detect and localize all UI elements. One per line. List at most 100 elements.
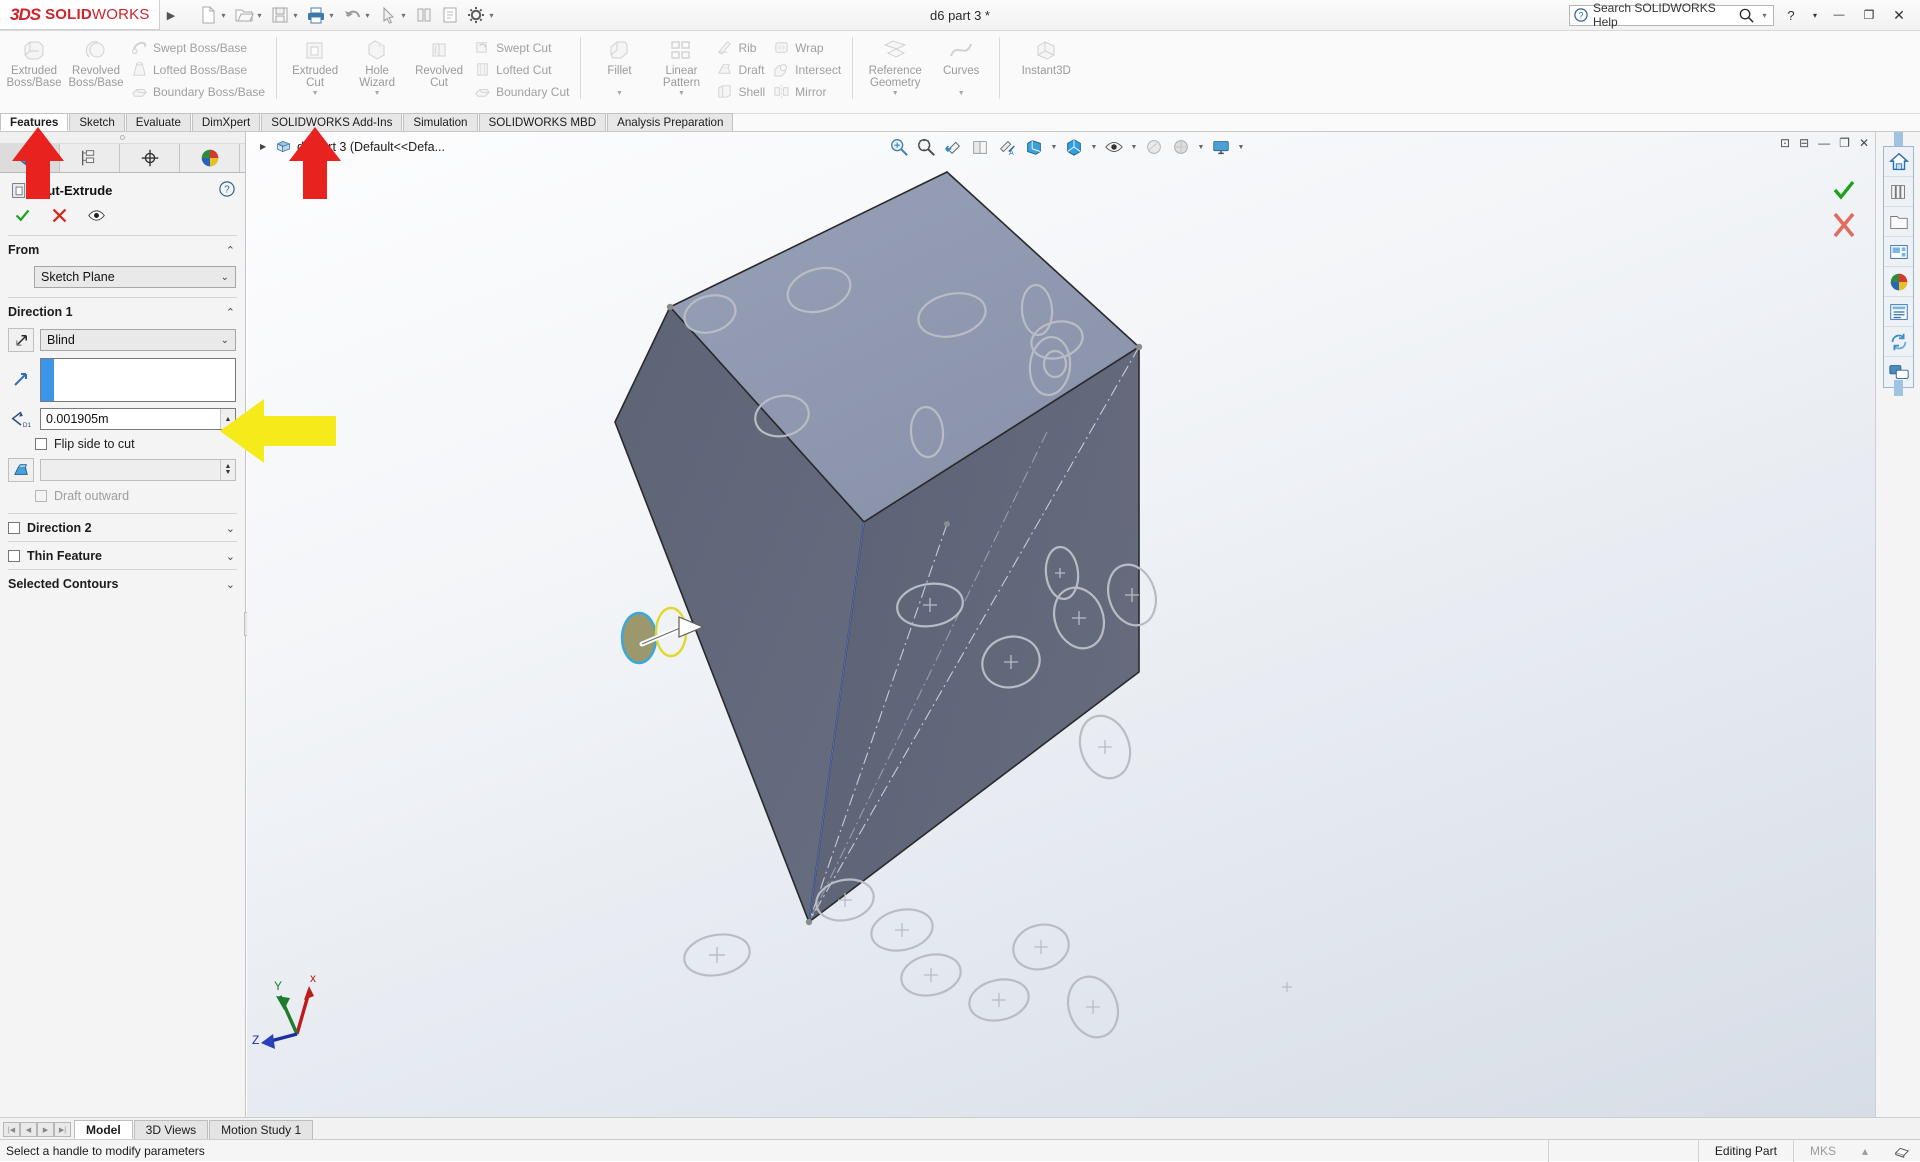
- mirror-button[interactable]: Mirror: [769, 82, 845, 101]
- bottom-tab-motion-study[interactable]: Motion Study 1: [209, 1120, 313, 1139]
- stepper-down-icon[interactable]: ▼: [225, 470, 232, 476]
- from-condition-select[interactable]: Sketch Plane ⌄: [34, 266, 236, 288]
- display-manager-tab[interactable]: [180, 144, 240, 172]
- chevron-down-icon[interactable]: ▼: [312, 90, 319, 97]
- minimize-button[interactable]: —: [1826, 3, 1852, 27]
- chevron-down-icon[interactable]: ⌄: [221, 272, 229, 283]
- apply-scene-button[interactable]: [1142, 135, 1166, 159]
- draft-outward-row[interactable]: Draft outward: [0, 485, 245, 507]
- draft-outward-checkbox[interactable]: [35, 490, 47, 502]
- hole-wizard-button[interactable]: HoleWizard ▼: [346, 33, 408, 97]
- feature-manager-tab[interactable]: [0, 144, 60, 172]
- boundary-boss-base-button[interactable]: Boundary Boss/Base: [127, 82, 269, 101]
- restore-button[interactable]: ❐: [1856, 3, 1882, 27]
- tab-sketch[interactable]: Sketch: [69, 113, 124, 131]
- intersect-button[interactable]: Intersect: [769, 60, 845, 79]
- file-explorer-button[interactable]: [1884, 207, 1913, 237]
- tab-simulation[interactable]: Simulation: [403, 113, 477, 131]
- reverse-direction-button[interactable]: [8, 328, 34, 352]
- thin-feature-checkbox[interactable]: [8, 550, 20, 562]
- first-tab-button[interactable]: |◀: [3, 1122, 20, 1137]
- swept-boss-base-button[interactable]: Swept Boss/Base: [127, 38, 269, 57]
- next-tab-button[interactable]: ▶: [37, 1122, 54, 1137]
- panel-grip[interactable]: [0, 132, 245, 144]
- view-settings-button[interactable]: [1209, 135, 1233, 159]
- tab-solidworks-add-ins[interactable]: SOLIDWORKS Add-Ins: [261, 113, 402, 131]
- extruded-cut-button[interactable]: ExtrudedCut ▼: [284, 33, 346, 97]
- graphics-viewport[interactable]: A ▼ ▼ ▼ ▼ ▼ ⊡ ⊟ — ❐ ✕: [247, 132, 1875, 1117]
- linear-pattern-button[interactable]: LinearPattern ▼: [650, 33, 712, 97]
- property-manager-tab[interactable]: [60, 144, 120, 172]
- chevron-down-icon[interactable]: ▾: [1760, 5, 1769, 25]
- custom-properties-button[interactable]: [1884, 297, 1913, 327]
- revolved-boss-base-button[interactable]: RevolvedBoss/Base: [65, 33, 127, 89]
- tab-analysis-preparation[interactable]: Analysis Preparation: [607, 113, 733, 131]
- tab-evaluate[interactable]: Evaluate: [126, 113, 191, 131]
- chevron-down-icon[interactable]: ▼: [892, 90, 899, 97]
- view-orientation-button[interactable]: A: [995, 135, 1019, 159]
- boundary-cut-button[interactable]: Boundary Cut: [470, 82, 573, 101]
- direction-selection-field[interactable]: [40, 358, 236, 402]
- chevron-down-icon[interactable]: ⌄: [226, 578, 235, 591]
- draft-on-off-button[interactable]: [8, 458, 34, 482]
- section-header-thin-feature[interactable]: Thin Feature ⌄: [0, 542, 245, 569]
- depth-stepper[interactable]: ▲: [220, 409, 235, 429]
- maximize-viewport-icon[interactable]: ⊟: [1799, 136, 1809, 150]
- end-condition-select[interactable]: Blind ⌄: [40, 329, 236, 351]
- zoom-to-fit-button[interactable]: [887, 135, 911, 159]
- cancel-x-button[interactable]: [51, 207, 68, 227]
- solidworks-forum-button[interactable]: [1884, 327, 1913, 357]
- stepper-up-icon[interactable]: ▲: [225, 416, 232, 423]
- chevron-up-icon[interactable]: ⌃: [226, 244, 235, 257]
- reference-geometry-button[interactable]: ReferenceGeometry ▼: [860, 33, 930, 97]
- section-header-direction1[interactable]: Direction 1 ⌃: [0, 298, 245, 325]
- section-view-button[interactable]: [968, 135, 992, 159]
- curves-button[interactable]: Curves ▼: [930, 33, 992, 97]
- restore-viewport-icon[interactable]: ❐: [1839, 136, 1850, 150]
- tab-dimxpert[interactable]: DimXpert: [192, 113, 260, 131]
- chevron-down-icon[interactable]: ▼: [616, 90, 623, 97]
- chevron-down-icon[interactable]: ▼: [678, 90, 685, 97]
- zoom-to-area-button[interactable]: [914, 135, 938, 159]
- rib-button[interactable]: Rib: [712, 38, 769, 57]
- wrap-button[interactable]: Wrap: [769, 38, 845, 57]
- configuration-manager-tab[interactable]: [120, 144, 180, 172]
- overlay-toggle-icon[interactable]: [1878, 1140, 1920, 1162]
- chevron-down-icon[interactable]: ⌄: [226, 550, 235, 563]
- flip-side-to-cut-checkbox[interactable]: [35, 438, 47, 450]
- task-pane-scroll-bottom[interactable]: [1894, 380, 1903, 396]
- help-icon[interactable]: ?: [219, 181, 235, 200]
- chevron-down-icon[interactable]: ⌄: [226, 522, 235, 535]
- bottom-tab-model[interactable]: Model: [74, 1120, 133, 1139]
- ok-check-button[interactable]: [14, 207, 31, 227]
- shell-button[interactable]: Shell: [712, 82, 769, 101]
- help-button[interactable]: ?: [1778, 3, 1804, 27]
- prev-tab-button[interactable]: ◀: [20, 1122, 37, 1137]
- appearances-scenes-button[interactable]: [1884, 267, 1913, 297]
- task-pane-scroll-top[interactable]: [1894, 132, 1903, 146]
- draft-angle-stepper[interactable]: ▲▼: [220, 460, 235, 480]
- display-style-button[interactable]: [1022, 135, 1046, 159]
- draft-angle-field[interactable]: ▲▼: [40, 459, 236, 481]
- chevron-down-icon[interactable]: ▼: [1236, 135, 1246, 159]
- previous-view-button[interactable]: [941, 135, 965, 159]
- view-palette-button[interactable]: [1884, 237, 1913, 267]
- flip-side-to-cut-row[interactable]: Flip side to cut: [0, 433, 245, 455]
- extruded-boss-base-button[interactable]: ExtrudedBoss/Base: [3, 33, 65, 89]
- task-pane-home-button[interactable]: [1884, 147, 1913, 177]
- chevron-up-icon[interactable]: ⌃: [226, 306, 235, 319]
- section-header-direction2[interactable]: Direction 2 ⌄: [0, 514, 245, 541]
- lofted-boss-base-button[interactable]: Lofted Boss/Base: [127, 60, 269, 79]
- direction2-checkbox[interactable]: [8, 522, 20, 534]
- swept-cut-button[interactable]: Swept Cut: [470, 38, 573, 57]
- chevron-down-icon[interactable]: ▼: [374, 90, 381, 97]
- tab-solidworks-mbd[interactable]: SOLIDWORKS MBD: [479, 113, 607, 131]
- help-dropdown-icon[interactable]: ▾: [1808, 3, 1822, 27]
- chevron-down-icon[interactable]: ▼: [958, 90, 965, 97]
- bottom-tab-3d-views[interactable]: 3D Views: [134, 1120, 208, 1139]
- tab-features[interactable]: Features: [0, 113, 68, 131]
- section-header-selected-contours[interactable]: Selected Contours ⌄: [0, 570, 245, 597]
- chevron-down-icon[interactable]: ▼: [1089, 135, 1099, 159]
- last-tab-button[interactable]: ▶|: [54, 1122, 71, 1137]
- chevron-down-icon[interactable]: ▼: [1129, 135, 1139, 159]
